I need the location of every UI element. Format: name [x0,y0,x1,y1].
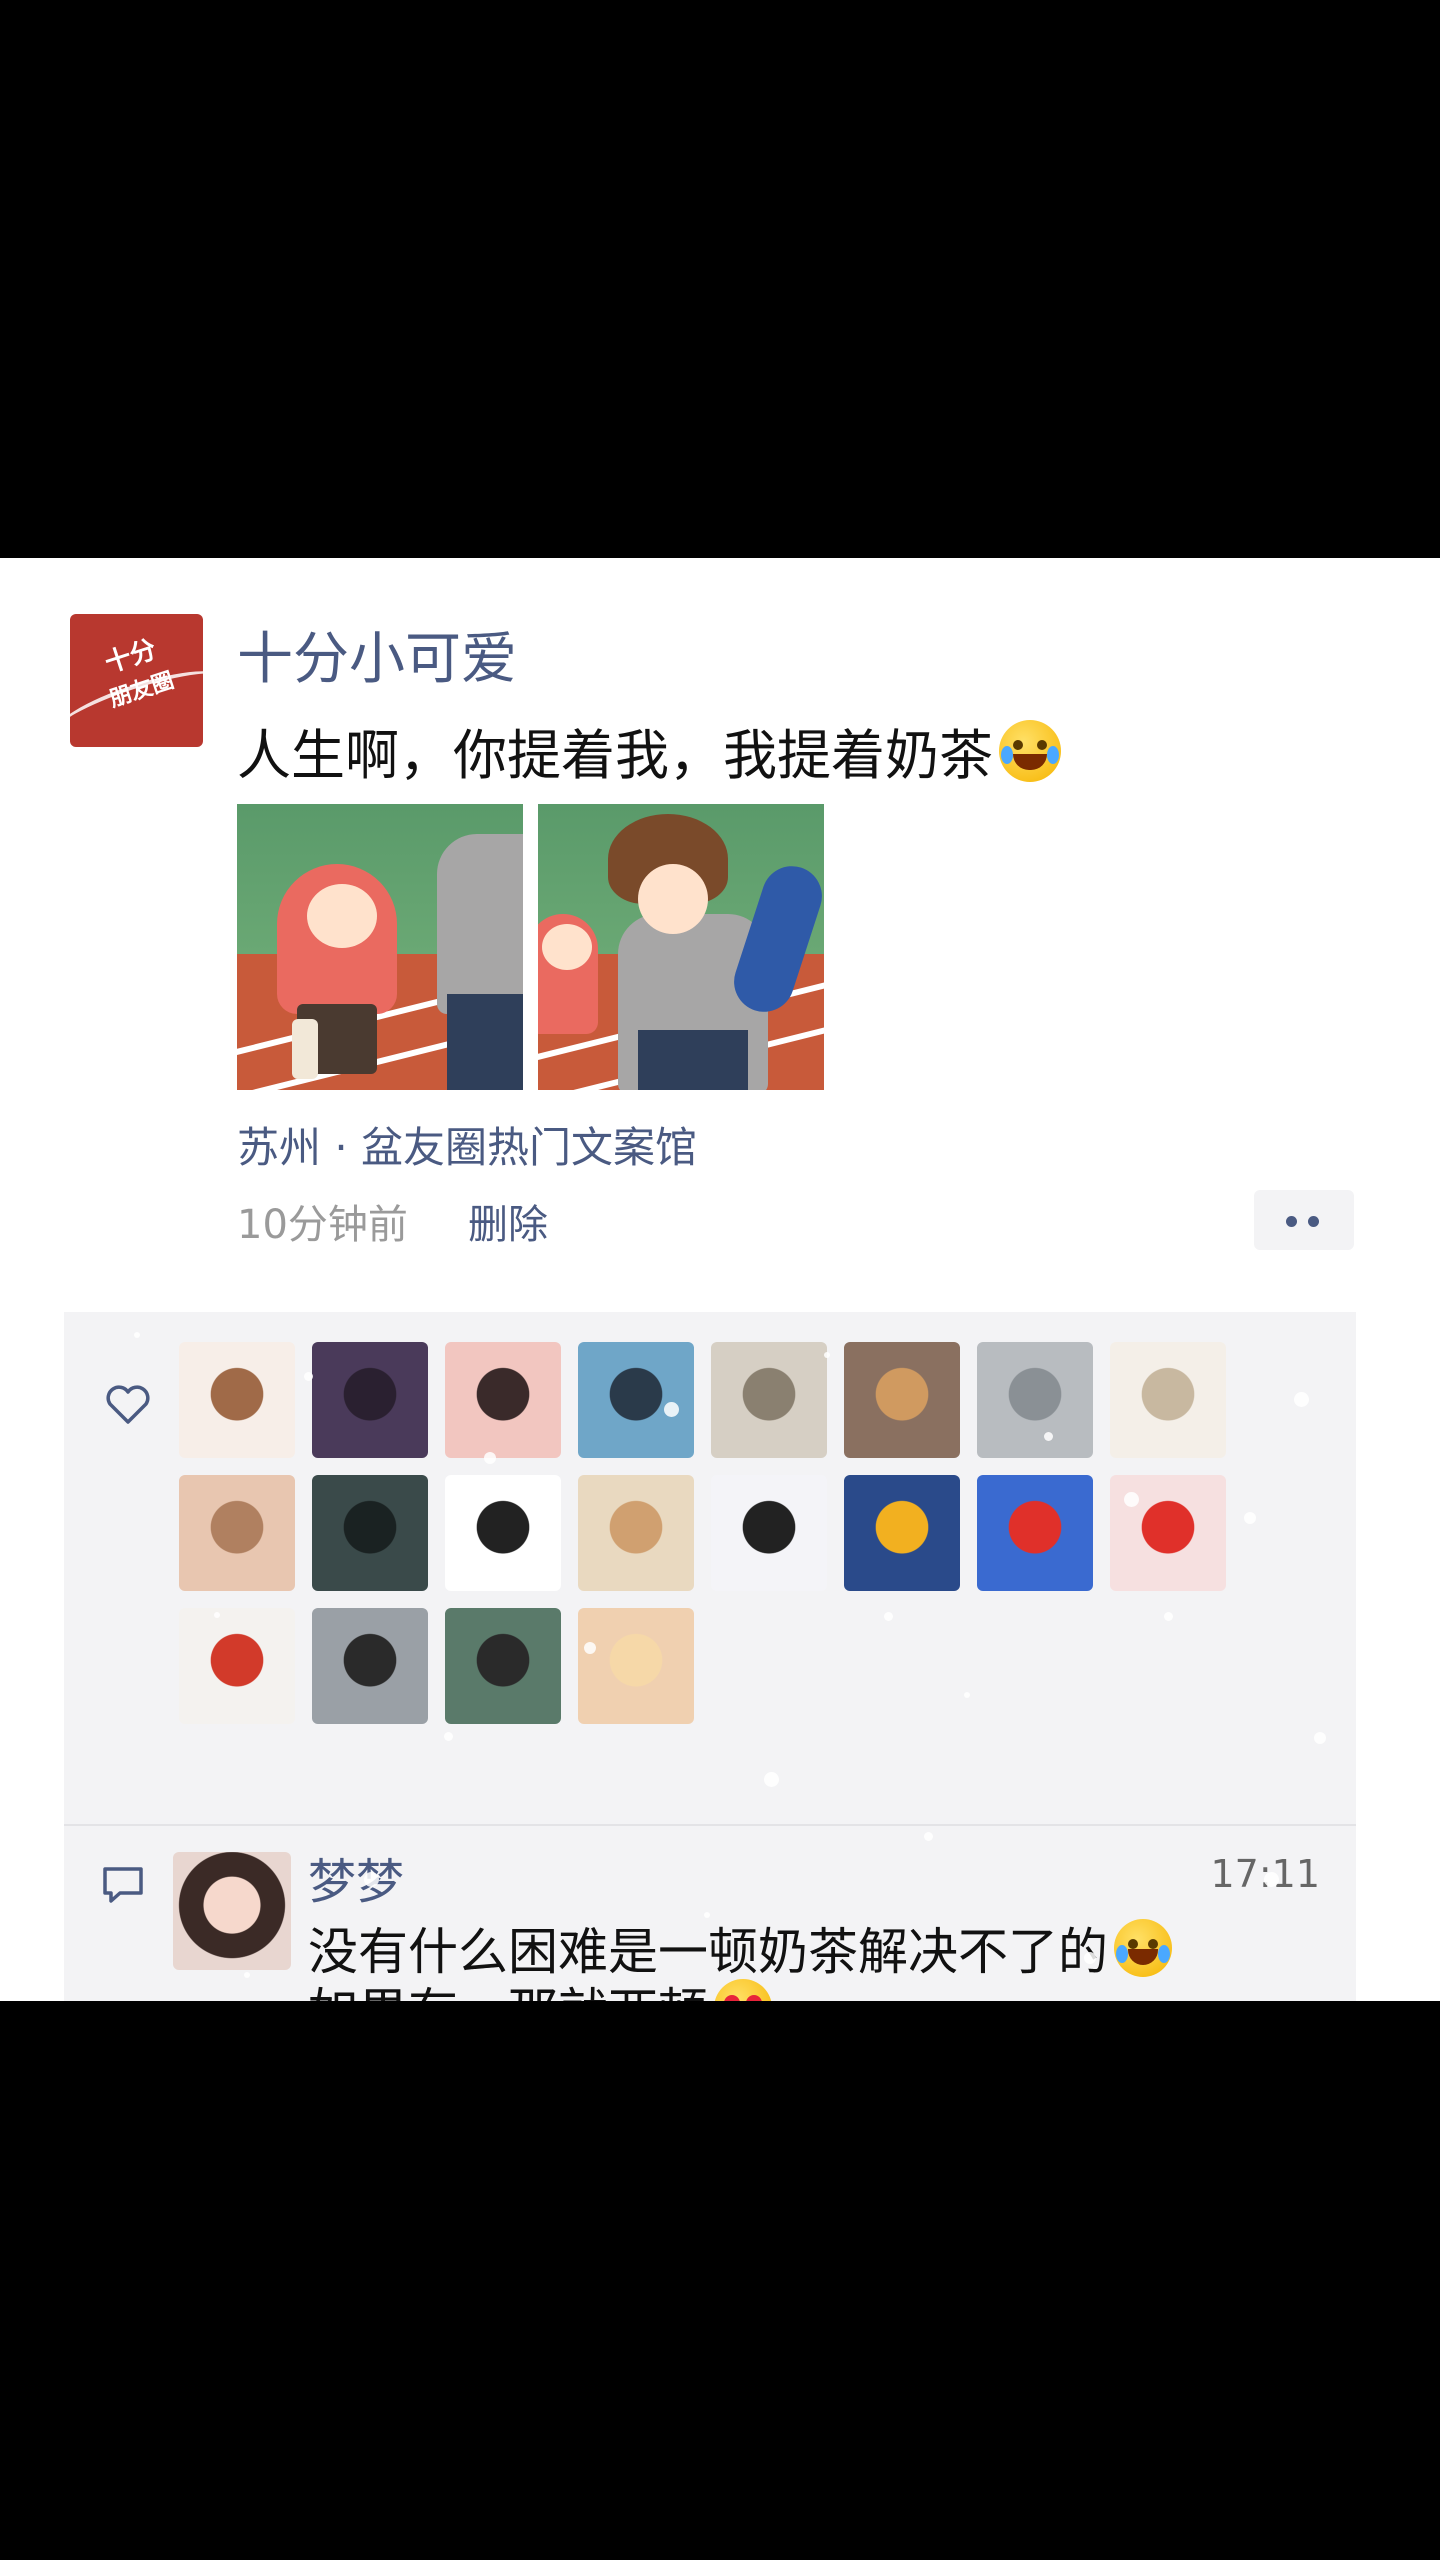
tears-of-joy-emoji-icon [1114,1919,1172,1977]
heart-outline-icon [106,1385,150,1424]
snow-speck [1264,1872,1279,1887]
like-avatar-17[interactable] [179,1608,295,1724]
snow-speck [524,1562,536,1574]
like-avatar-1[interactable] [179,1342,295,1458]
comment-text-line-2[interactable]: 如果有，那就两顿 [308,1972,772,2001]
snow-speck [1084,1952,1096,1964]
heart-eyes-emoji-icon [714,1979,772,2001]
like-avatar-18[interactable] [312,1608,428,1724]
like-avatar-12[interactable] [578,1475,694,1591]
like-avatar-2[interactable] [312,1342,428,1458]
like-avatar-20[interactable] [578,1608,694,1724]
location-link[interactable]: 苏州 · 盆友圈热门文案馆 [237,1114,697,1175]
likes-comments-panel: 梦梦 17:11 没有什么困难是一顿奶茶解决不了的 如果有，那就两顿 [64,1312,1356,2001]
like-avatar-7[interactable] [977,1342,1093,1458]
like-avatar-19[interactable] [445,1608,561,1724]
post-photo-1[interactable] [237,804,523,1090]
snow-speck [884,1612,893,1621]
poster-name[interactable]: 十分小可爱 [237,614,517,695]
snow-speck [1124,1492,1139,1507]
snow-speck [924,1832,933,1841]
commenter-avatar[interactable] [173,1852,291,1970]
snow-speck [244,1972,250,1978]
snow-speck [824,1352,830,1358]
snow-speck [704,1912,710,1918]
snow-speck [1244,1512,1256,1524]
poster-avatar[interactable]: 十分 朋友圈 [70,614,203,747]
comment-bubble-icon [103,1867,143,1903]
divider [64,1824,1356,1826]
more-dots-icon [1286,1216,1297,1227]
post-photo-2[interactable] [538,804,824,1090]
snow-speck [1314,1732,1326,1744]
rolling-on-floor-laughing-emoji-icon [999,719,1061,782]
like-avatar-10[interactable] [312,1475,428,1591]
post-text: 人生啊，你提着我，我提着奶茶 [237,711,1061,790]
like-avatar-5[interactable] [711,1342,827,1458]
like-avatar-4[interactable] [578,1342,694,1458]
snow-speck [214,1612,220,1618]
snow-speck [1164,1612,1173,1621]
like-avatar-11[interactable] [445,1475,561,1591]
snow-speck [1294,1392,1309,1407]
snow-speck [364,1872,379,1887]
snow-speck [964,1692,970,1698]
like-avatar-8[interactable] [1110,1342,1226,1458]
post-text-content: 人生啊，你提着我，我提着奶茶 [237,724,993,787]
more-dots-icon-dot [1308,1216,1319,1227]
snow-speck [764,1772,779,1787]
snow-speck [584,1642,596,1654]
post-time: 10分钟前 [237,1202,408,1248]
commenter-name[interactable]: 梦梦 [308,1842,404,1912]
snow-speck [304,1372,313,1381]
like-avatar-3[interactable] [445,1342,561,1458]
like-avatar-15[interactable] [977,1475,1093,1591]
snow-speck [484,1452,496,1464]
snow-speck [664,1402,679,1417]
comment-text-2: 如果有，那就两顿 [308,1972,708,2001]
more-dots-button[interactable] [1254,1190,1354,1250]
like-avatar-6[interactable] [844,1342,960,1458]
snow-speck [134,1332,140,1338]
snow-speck [444,1732,453,1741]
moments-post: 十分 朋友圈 十分小可爱 人生啊，你提着我，我提着奶茶 苏州 · 盆友圈热门文案… [0,558,1440,2001]
like-avatar-14[interactable] [844,1475,960,1591]
like-avatar-9[interactable] [179,1475,295,1591]
snow-speck [1044,1432,1053,1441]
like-avatar-13[interactable] [711,1475,827,1591]
delete-link[interactable]: 删除 [468,1192,548,1250]
